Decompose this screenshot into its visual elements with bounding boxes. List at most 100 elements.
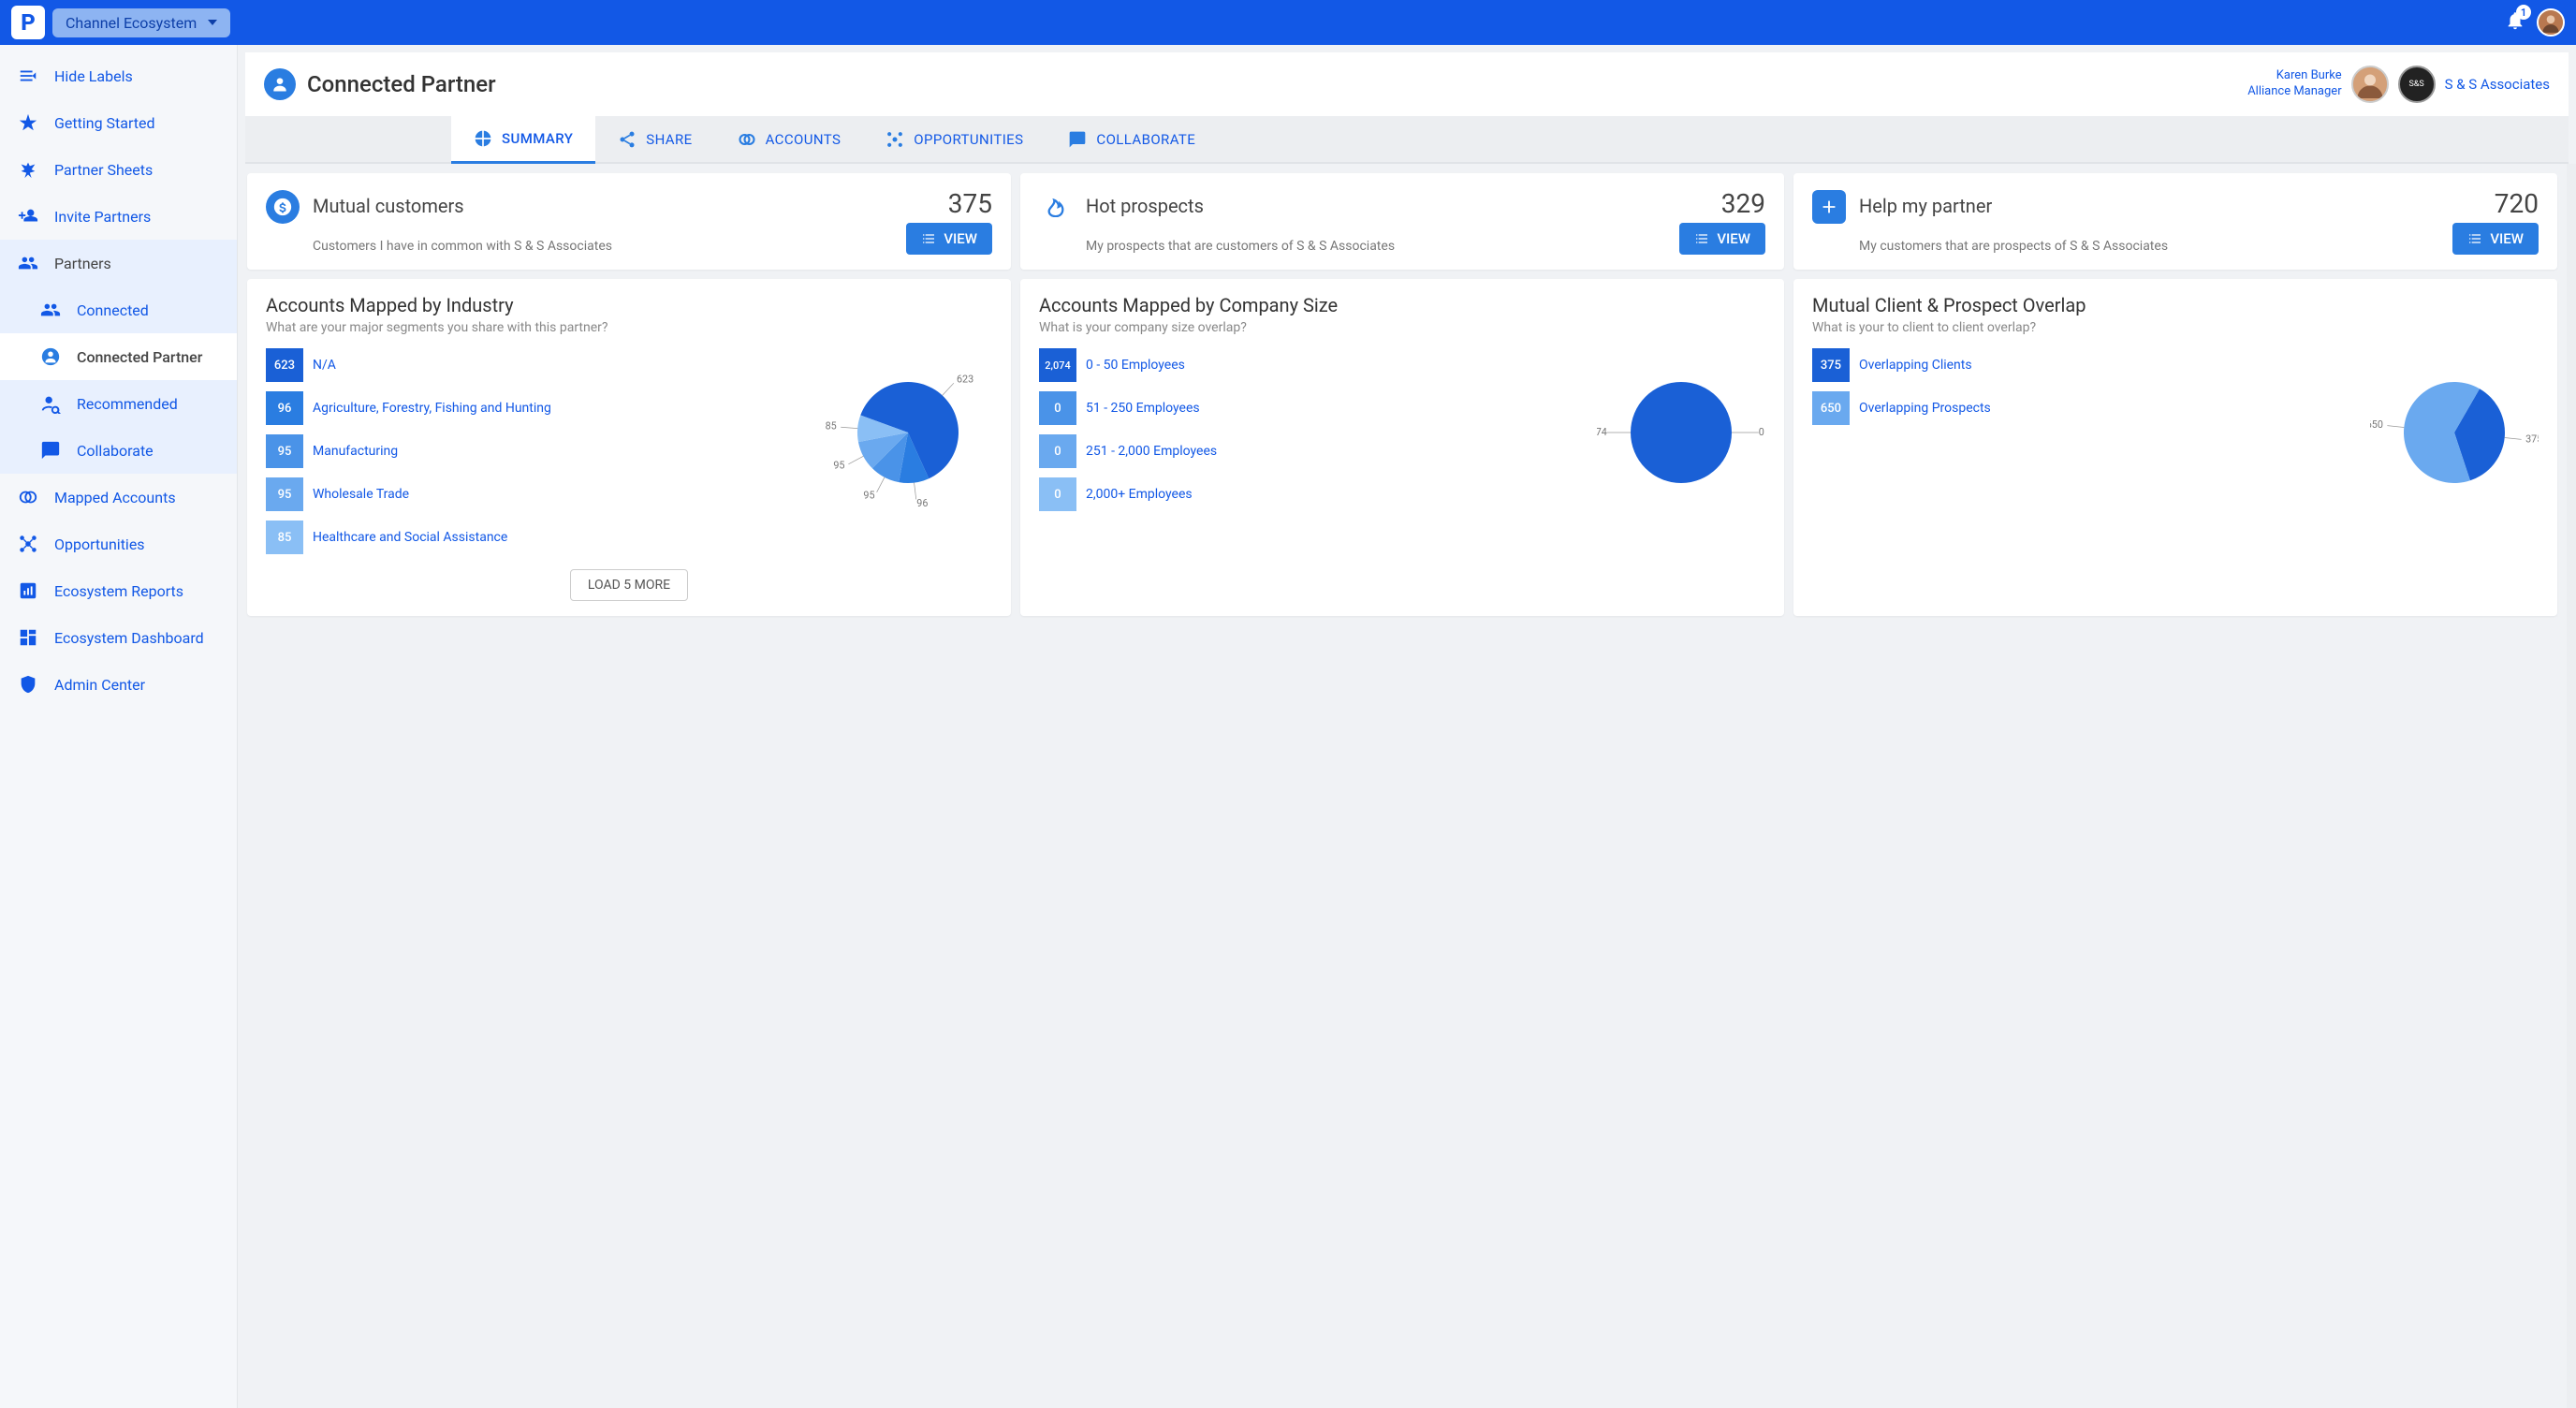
notifications-button[interactable]: 1: [2505, 10, 2525, 35]
chart-industry: Accounts Mapped by Industry What are you…: [247, 279, 1011, 616]
tabs: SUMMARY SHARE ACCOUNTS OPPORTUNITIES COL…: [245, 116, 2569, 164]
dashboard-icon: [17, 627, 39, 648]
sidebar-item-admin-center[interactable]: Admin Center: [0, 661, 237, 708]
fire-icon: [1039, 190, 1073, 224]
sidebar-label: Mapped Accounts: [54, 489, 176, 506]
chart-subtitle: What is your to client to client overlap…: [1812, 320, 2539, 335]
report-icon: [17, 580, 39, 601]
sidebar-label: Ecosystem Reports: [54, 582, 183, 600]
sidebar-label: Connected: [77, 301, 149, 319]
legend-item[interactable]: 85Healthcare and Social Assistance: [266, 521, 805, 554]
legend-value: 2,074: [1039, 348, 1076, 382]
view-button[interactable]: VIEW: [2452, 223, 2539, 255]
sidebar-sub-connected[interactable]: Connected: [0, 286, 237, 333]
page-title: Connected Partner: [307, 71, 496, 97]
sidebar-sub-recommended[interactable]: Recommended: [0, 380, 237, 427]
user-avatar[interactable]: [2537, 8, 2565, 37]
chart-legend: 2,074 0 - 50 Employees 051 - 250 Employee…: [1039, 348, 1578, 511]
pie-chart: 2,0740: [1597, 348, 1765, 521]
sidebar-item-invite-partners[interactable]: Invite Partners: [0, 193, 237, 240]
sidebar-item-partners[interactable]: Partners: [0, 240, 237, 286]
share-icon: [618, 130, 637, 149]
person-circle-icon: [39, 346, 62, 367]
sidebar-label: Partner Sheets: [54, 161, 153, 179]
header-user-avatar: [2351, 66, 2389, 103]
scrollbar[interactable]: [2567, 164, 2576, 1408]
person-add-icon: [17, 206, 39, 227]
legend-item[interactable]: 95Manufacturing: [266, 434, 805, 468]
legend-value: 650: [1812, 391, 1850, 425]
kpi-help-partner: Help my partner 720 My customers that ar…: [1793, 173, 2557, 270]
page-header: Connected Partner Karen Burke Alliance M…: [245, 52, 2569, 116]
list-icon: [2467, 231, 2482, 246]
tab-label: COLLABORATE: [1096, 131, 1195, 148]
legend-label: Manufacturing: [313, 444, 398, 460]
kpi-mutual-customers: Mutual customers 375 Customers I have in…: [247, 173, 1011, 270]
sidebar-sub-connected-partner[interactable]: Connected Partner: [0, 333, 237, 380]
overlap-icon: [738, 130, 756, 149]
pie-chart: 375650: [2370, 348, 2539, 521]
dollar-icon: [266, 190, 300, 224]
legend-label: 0 - 50 Employees: [1086, 358, 1185, 374]
chat-icon: [39, 440, 62, 461]
header-user-info: Karen Burke Alliance Manager: [2247, 68, 2341, 100]
workspace-selector[interactable]: Channel Ecosystem: [52, 8, 230, 37]
legend-label: Agriculture, Forestry, Fishing and Hunti…: [313, 401, 551, 417]
tab-accounts[interactable]: ACCOUNTS: [715, 116, 864, 162]
tab-collaborate[interactable]: COLLABORATE: [1046, 116, 1218, 162]
legend-item[interactable]: 051 - 250 Employees: [1039, 391, 1578, 425]
view-button[interactable]: VIEW: [1679, 223, 1765, 255]
legend-label: 51 - 250 Employees: [1086, 401, 1200, 417]
legend-item[interactable]: 96Agriculture, Forestry, Fishing and Hun…: [266, 391, 805, 425]
tab-opportunities[interactable]: OPPORTUNITIES: [863, 116, 1046, 162]
chart-legend: 623N/A 96Agriculture, Forestry, Fishing …: [266, 348, 805, 554]
legend-label: Overlapping Prospects: [1859, 401, 1991, 417]
chart-title: Accounts Mapped by Industry: [266, 294, 992, 316]
sidebar-label: Recommended: [77, 395, 178, 413]
kpi-title: Mutual customers: [313, 195, 464, 217]
svg-text:2,074: 2,074: [1597, 426, 1607, 438]
search-person-icon: [39, 393, 62, 414]
company-logo: S&S: [2398, 66, 2436, 103]
sidebar-item-mapped-accounts[interactable]: Mapped Accounts: [0, 474, 237, 521]
list-icon: [1694, 231, 1709, 246]
sidebar-label: Invite Partners: [54, 208, 151, 226]
sidebar-item-getting-started[interactable]: Getting Started: [0, 99, 237, 146]
tab-summary[interactable]: SUMMARY: [451, 116, 595, 164]
legend-item[interactable]: 650 Overlapping Prospects: [1812, 391, 1991, 425]
legend-item[interactable]: 375Overlapping Clients: [1812, 348, 1991, 382]
legend-label: Healthcare and Social Assistance: [313, 530, 507, 546]
chart-subtitle: What is your company size overlap?: [1039, 320, 1765, 335]
legend-item[interactable]: 623N/A: [266, 348, 805, 382]
view-button[interactable]: VIEW: [906, 223, 992, 255]
notification-badge: 1: [2516, 5, 2531, 20]
legend-item[interactable]: 02,000+ Employees: [1039, 477, 1578, 511]
legend-value: 375: [1812, 348, 1850, 382]
wings-icon: [17, 159, 39, 180]
sidebar-item-partner-sheets[interactable]: Partner Sheets: [0, 146, 237, 193]
header-user-name: Karen Burke: [2247, 68, 2341, 84]
chart-company-size: Accounts Mapped by Company Size What is …: [1020, 279, 1784, 616]
tab-share[interactable]: SHARE: [595, 116, 714, 162]
top-bar: P Channel Ecosystem 1: [0, 0, 2576, 45]
kpi-value: 375: [948, 188, 992, 219]
kpi-title: Help my partner: [1859, 195, 1992, 217]
sidebar-item-ecosystem-reports[interactable]: Ecosystem Reports: [0, 567, 237, 614]
hide-labels-button[interactable]: Hide Labels: [0, 52, 237, 99]
sidebar-sub-collaborate[interactable]: Collaborate: [0, 427, 237, 474]
legend-label: N/A: [313, 358, 336, 374]
load-more-button[interactable]: LOAD 5 MORE: [570, 569, 688, 601]
kpi-row: Mutual customers 375 Customers I have in…: [247, 173, 2557, 270]
svg-text:650: 650: [2370, 418, 2383, 431]
sidebar-item-ecosystem-dashboard[interactable]: Ecosystem Dashboard: [0, 614, 237, 661]
legend-item[interactable]: 95Wholesale Trade: [266, 477, 805, 511]
network-icon: [886, 130, 904, 149]
menu-collapse-icon: [17, 66, 39, 86]
sidebar-label: Collaborate: [77, 442, 154, 460]
workspace-name: Channel Ecosystem: [66, 14, 197, 32]
legend-item[interactable]: 2,074 0 - 50 Employees: [1039, 348, 1578, 382]
sidebar-item-opportunities[interactable]: Opportunities: [0, 521, 237, 567]
plus-square-icon: [1812, 190, 1846, 224]
legend-item[interactable]: 0251 - 2,000 Employees: [1039, 434, 1578, 468]
pie-chart: 62396959585: [824, 348, 992, 521]
